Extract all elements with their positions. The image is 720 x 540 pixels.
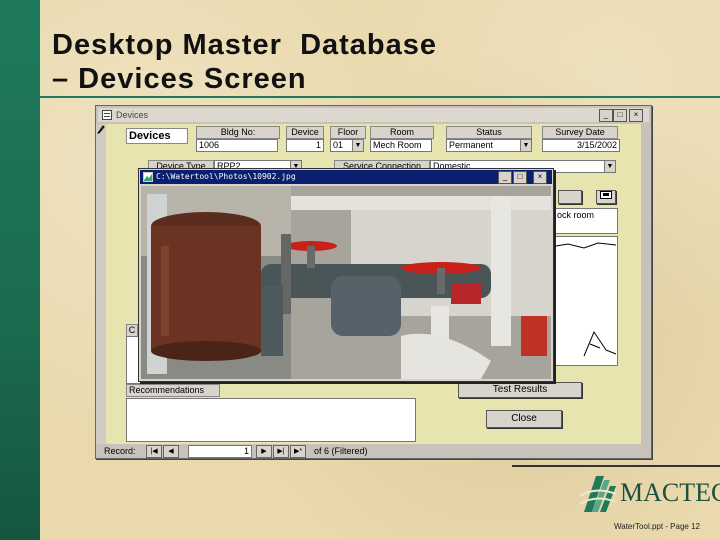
preview-button[interactable] (596, 190, 616, 204)
status-label: Status (446, 126, 532, 139)
room-label: Room (370, 126, 434, 139)
form-icon (102, 110, 112, 120)
title-line-2: – Devices Screen (52, 63, 307, 95)
device-label: Device (286, 126, 324, 139)
photo-window-title: C:\Watertool\Photos\10902.jpg (156, 172, 296, 181)
form-heading: Devices (126, 128, 188, 144)
last-record-button[interactable]: ▶| (273, 445, 289, 458)
record-label: Record: (104, 446, 136, 456)
brand-name: MACTEC (620, 478, 720, 507)
picture-icon (600, 191, 612, 199)
logo-divider (512, 465, 720, 467)
photo-window-titlebar[interactable]: C:\Watertool\Photos\10902.jpg _ □ × (140, 170, 552, 184)
prev-record-button[interactable]: ◀ (163, 445, 179, 458)
bldg-no-label: Bldg No: (196, 126, 280, 139)
slide-footer: WaterTool.ppt - Page 12 (614, 522, 700, 531)
close-button[interactable]: Close (486, 410, 562, 428)
next-record-button[interactable]: ▶ (256, 445, 272, 458)
test-results-button[interactable]: Test Results (458, 382, 582, 398)
left-accent-stripe (0, 0, 40, 540)
image-file-icon (143, 172, 153, 182)
title-underline (40, 96, 720, 98)
slide-title: Desktop Master Database – Devices Screen (52, 28, 437, 96)
maximize-button[interactable]: □ (613, 109, 627, 122)
device-field[interactable]: 1 (286, 139, 324, 152)
mactec-logo-icon (579, 476, 617, 512)
new-record-button[interactable]: ▶* (290, 445, 306, 458)
chevron-down-icon[interactable]: ▼ (520, 140, 531, 151)
devices-window-title: Devices (116, 110, 149, 120)
notes-field[interactable]: ock room (554, 208, 618, 234)
devices-window-titlebar[interactable]: Devices _ □ × (98, 108, 649, 122)
close-window-button[interactable]: × (629, 109, 643, 122)
photo-close-button[interactable]: × (533, 171, 547, 184)
record-number-field[interactable]: 1 (188, 445, 252, 458)
floor-field[interactable]: 01 ▼ (330, 139, 364, 152)
first-record-button[interactable]: |◀ (146, 445, 162, 458)
photo-viewer-window[interactable]: C:\Watertool\Photos\10902.jpg _ □ × (138, 168, 554, 382)
trend-graph (554, 236, 618, 366)
survey-date-label: Survey Date (542, 126, 618, 139)
status-combo[interactable]: Permanent ▼ (446, 139, 532, 152)
backflow-device-photo (141, 186, 551, 379)
floor-value: 01 (333, 140, 344, 150)
photo-maximize-button[interactable]: □ (513, 171, 527, 184)
pencil-icon (97, 125, 105, 134)
survey-date-field[interactable]: 3/15/2002 (542, 139, 620, 152)
title-line-1: Desktop Master Database (52, 29, 438, 61)
bldg-no-field[interactable]: 1006 (196, 139, 278, 152)
photo-minimize-button[interactable]: _ (498, 171, 512, 184)
chevron-down-icon[interactable]: ▼ (352, 140, 363, 151)
record-navigator: Record: |◀ ◀ 1 ▶ ▶| ▶* of 6 (Filtered) (96, 444, 651, 458)
minimize-button[interactable]: _ (599, 109, 613, 122)
floor-label: Floor (330, 126, 366, 139)
chevron-down-icon[interactable]: ▼ (604, 161, 615, 172)
blank-button[interactable] (558, 190, 582, 204)
recommendations-label: Recommendations (126, 384, 220, 397)
status-value: Permanent (449, 140, 494, 150)
recommendations-memo[interactable] (126, 398, 416, 442)
room-field[interactable]: Mech Room (370, 139, 432, 152)
record-count: of 6 (Filtered) (314, 446, 368, 456)
